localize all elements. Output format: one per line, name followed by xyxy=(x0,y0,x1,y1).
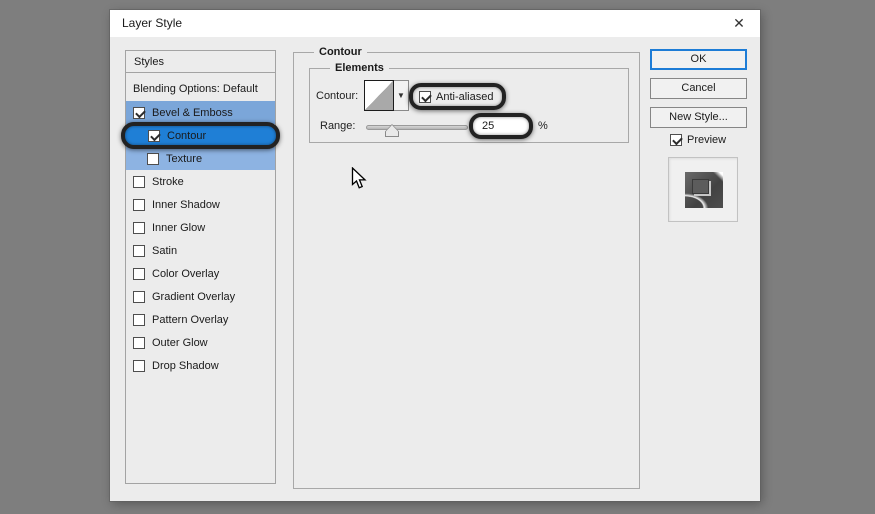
style-item-label: Outer Glow xyxy=(152,336,208,349)
style-item-checkbox[interactable] xyxy=(133,175,145,188)
antialiased-label: Anti-aliased xyxy=(436,90,494,103)
style-item-checkbox[interactable] xyxy=(133,267,145,280)
layer-style-dialog: Layer Style ✕ Styles Blending Options: D… xyxy=(110,10,760,501)
style-item-checkbox[interactable] xyxy=(133,336,145,349)
new-style-button[interactable]: New Style... xyxy=(650,107,747,128)
style-item-checkbox[interactable] xyxy=(133,221,145,234)
range-unit: % xyxy=(538,120,548,132)
style-item-label: Stroke xyxy=(152,175,184,188)
preview-checkbox[interactable] xyxy=(670,134,682,146)
style-item-checkbox[interactable] xyxy=(133,313,145,326)
cancel-button[interactable]: Cancel xyxy=(650,78,747,99)
style-item-label: Pattern Overlay xyxy=(152,313,229,326)
style-item-texture[interactable]: Texture xyxy=(126,147,275,170)
style-item-bevel-emboss[interactable]: Bevel & Emboss xyxy=(126,101,275,124)
styles-list: Blending Options: Default Bevel & Emboss C… xyxy=(121,73,280,377)
range-label: Range: xyxy=(320,120,356,132)
chevron-down-icon[interactable]: ▼ xyxy=(394,80,409,111)
contour-swatch[interactable] xyxy=(364,80,394,111)
style-item-color-overlay[interactable]: Color Overlay xyxy=(126,262,275,285)
preview-label: Preview xyxy=(687,134,727,146)
style-item-label: Inner Shadow xyxy=(152,198,220,211)
ok-button[interactable]: OK xyxy=(650,49,747,70)
range-value-input[interactable]: 25 xyxy=(469,113,533,139)
dialog-title: Layer Style xyxy=(122,16,183,30)
elements-group: Elements Contour: ▼ Anti-aliased Range: … xyxy=(309,62,629,143)
style-item-checkbox[interactable] xyxy=(133,106,145,119)
style-item-checkbox[interactable] xyxy=(133,244,145,257)
style-item-blending-options-default[interactable]: Blending Options: Default xyxy=(126,76,275,101)
style-item-pattern-overlay[interactable]: Pattern Overlay xyxy=(126,308,275,331)
style-item-contour[interactable]: Contour xyxy=(121,122,280,149)
style-item-label: Bevel & Emboss xyxy=(152,106,233,119)
range-slider-thumb[interactable] xyxy=(385,124,399,137)
style-item-satin[interactable]: Satin xyxy=(126,239,275,262)
style-item-gradient-overlay[interactable]: Gradient Overlay xyxy=(126,285,275,308)
style-item-label: Contour xyxy=(167,129,207,142)
style-item-label: Drop Shadow xyxy=(152,359,219,372)
style-item-inner-glow[interactable]: Inner Glow xyxy=(126,216,275,239)
style-item-checkbox[interactable] xyxy=(133,359,145,372)
elements-group-title: Elements xyxy=(330,62,389,75)
titlebar: Layer Style ✕ xyxy=(110,10,760,37)
antialiased-annotation-ring: Anti-aliased xyxy=(409,83,507,110)
contour-group: Contour Elements Contour: ▼ Anti-aliased… xyxy=(293,46,640,489)
style-item-label: Blending Options: Default xyxy=(133,82,258,95)
style-item-label: Satin xyxy=(152,244,178,257)
antialiased-checkbox[interactable] xyxy=(419,90,431,103)
style-item-inner-shadow[interactable]: Inner Shadow xyxy=(126,193,275,216)
contour-group-title: Contour xyxy=(314,46,367,59)
preview-toggle: Preview xyxy=(670,134,726,146)
bevel-preview-image xyxy=(685,172,723,208)
style-item-label: Gradient Overlay xyxy=(152,290,236,303)
styles-header: Styles xyxy=(126,51,275,73)
style-item-label: Texture xyxy=(166,152,203,165)
style-item-checkbox[interactable] xyxy=(133,198,145,211)
styles-sidebar: Styles Blending Options: Default Bevel & … xyxy=(121,50,280,484)
style-item-drop-shadow[interactable]: Drop Shadow xyxy=(126,354,275,377)
style-item-stroke[interactable]: Stroke xyxy=(126,170,275,193)
contour-label: Contour: xyxy=(316,90,359,102)
style-item-label: Color Overlay xyxy=(152,267,220,280)
style-item-outer-glow[interactable]: Outer Glow xyxy=(126,331,275,354)
close-icon[interactable]: ✕ xyxy=(722,10,756,37)
style-item-checkbox[interactable] xyxy=(133,290,145,303)
style-item-checkbox[interactable] xyxy=(147,152,159,165)
range-slider-track[interactable] xyxy=(366,124,468,137)
style-preview-thumbnail xyxy=(668,157,738,222)
style-item-checkbox[interactable] xyxy=(148,129,160,142)
mouse-cursor xyxy=(351,167,367,189)
style-item-label: Inner Glow xyxy=(152,221,206,234)
